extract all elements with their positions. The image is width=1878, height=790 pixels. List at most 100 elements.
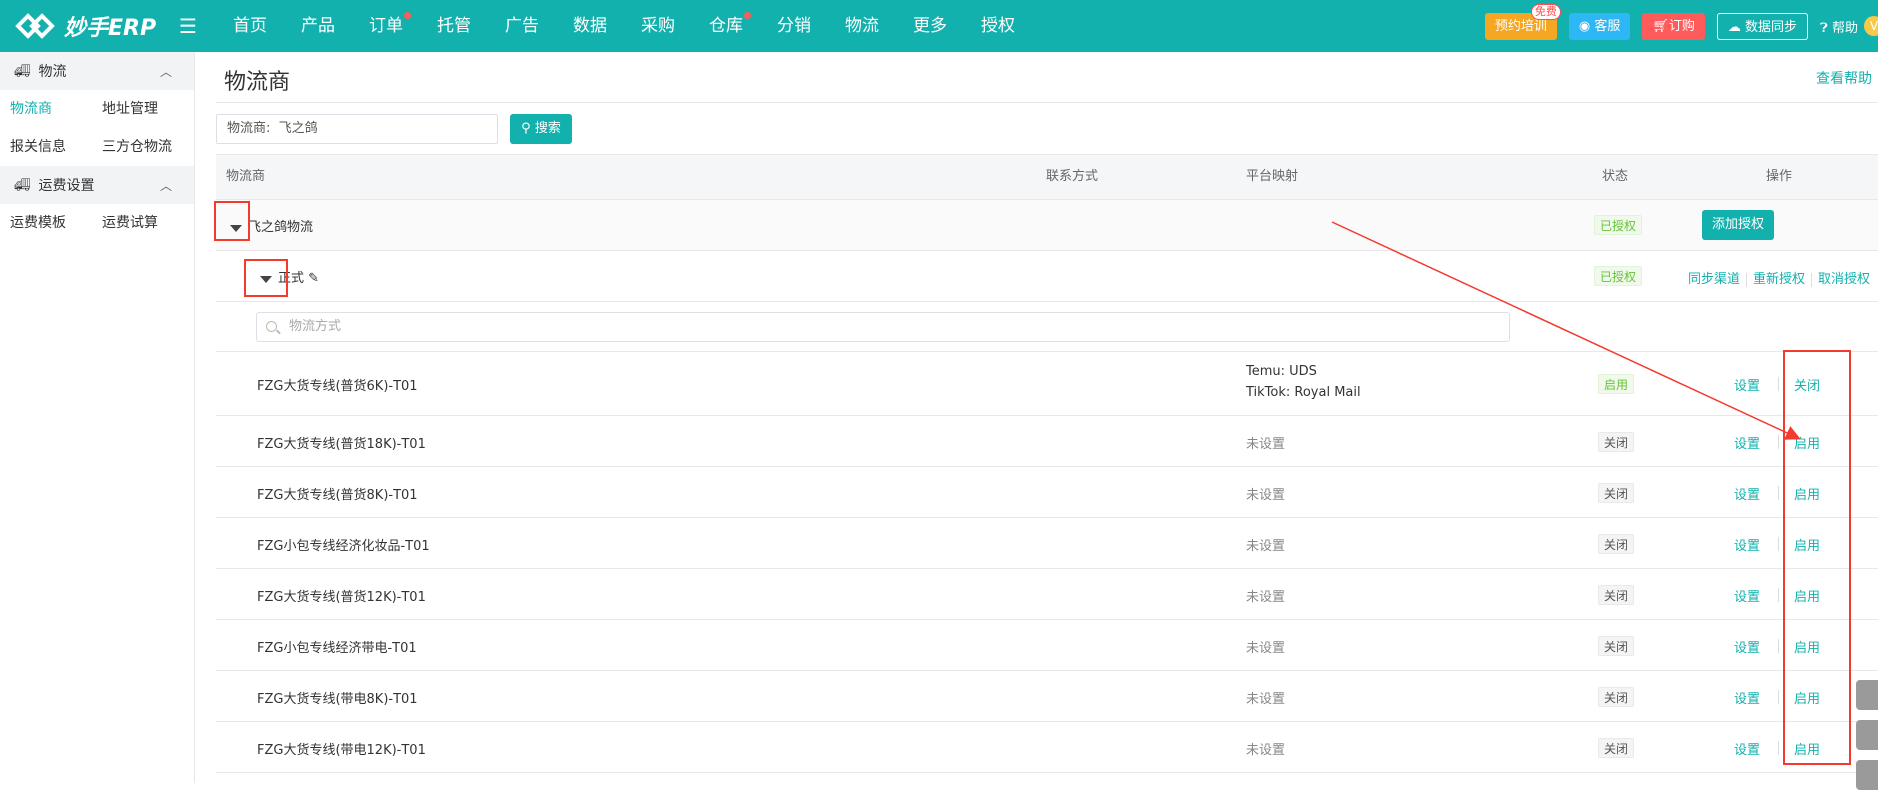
divider (1778, 588, 1779, 602)
nav-item[interactable]: 分销 (760, 0, 828, 52)
status-badge: 启用 (1598, 374, 1635, 394)
settings-link[interactable]: 设置 (1734, 433, 1760, 452)
help-button[interactable]: ❓︎ 帮助 (1820, 17, 1858, 36)
nav-item[interactable]: 授权 (964, 0, 1032, 52)
col-action: 操作 (1766, 169, 1793, 184)
shipping-mode-name: FZG小包专线经济化妆品-T01 (257, 539, 430, 554)
divider (1778, 690, 1779, 704)
shipping-mode-name: FZG小包专线经济带电-T01 (257, 641, 417, 656)
sidebar-group-logistics[interactable]: 🚚︎ 物流 ︿ (0, 52, 194, 90)
nav-item-label: 首页 (233, 16, 267, 36)
training-label: 预约培训 (1494, 18, 1547, 34)
customer-service-button[interactable]: ◉ 客服 (1568, 12, 1631, 40)
table-row: FZG大货专线(普货6K)-T01 Temu: UDS TikTok: Royal … (216, 352, 1878, 416)
annotation-box (244, 259, 288, 297)
menu-toggle-icon[interactable]: ☰ (170, 14, 206, 38)
nav-item-label: 广告 (505, 16, 539, 36)
float-tool-button[interactable] (1856, 680, 1878, 710)
training-button[interactable]: 预约培训 免费 (1484, 3, 1561, 40)
status-badge: 关闭 (1598, 534, 1635, 554)
float-tool-button[interactable] (1856, 720, 1878, 750)
platform-mapping: 未设置 (1246, 692, 1286, 707)
shipping-mode-name: FZG大货专线(普货8K)-T01 (257, 488, 418, 503)
nav-item[interactable]: 广告 (488, 0, 556, 52)
logo-icon (15, 13, 55, 39)
annotation-box (1783, 350, 1851, 765)
sidebar-item-customs[interactable]: 报关信息 (0, 128, 92, 166)
vip-badge[interactable]: V (1864, 16, 1878, 36)
add-auth-button[interactable]: 添加授权 (1702, 210, 1775, 240)
search-icon: ⚲ (521, 121, 535, 136)
nav-item[interactable]: 数据 (556, 0, 624, 52)
search-button[interactable]: ⚲ 搜索 (510, 114, 572, 144)
nav-item[interactable]: 订单 (352, 0, 420, 52)
divider (1778, 486, 1779, 500)
carrier-row: 飞之鸽物流 已授权 添加授权 (216, 200, 1878, 251)
truck-icon: 🚚︎ (14, 177, 31, 193)
sidebar-item-freight-calc[interactable]: 运费试算 (92, 204, 184, 242)
settings-link[interactable]: 设置 (1734, 688, 1760, 707)
edit-pencil-icon[interactable]: ✎ (308, 271, 319, 286)
platform-mapping: 未设置 (1246, 641, 1286, 656)
carrier-status-badge: 已授权 (1594, 215, 1643, 235)
brand-logo[interactable]: 妙手ERP (0, 10, 170, 42)
annotation-box (214, 201, 250, 241)
nav-item[interactable]: 更多 (896, 0, 964, 52)
nav-item-label: 产品 (301, 16, 335, 36)
col-carrier: 物流商 (226, 169, 266, 184)
status-badge: 关闭 (1598, 738, 1635, 758)
nav-item[interactable]: 采购 (624, 0, 692, 52)
nav-item-label: 采购 (641, 16, 675, 36)
divider (1778, 435, 1779, 449)
view-help-link[interactable]: 查看帮助 (1816, 68, 1872, 88)
platform-mapping: 未设置 (1246, 590, 1286, 605)
sidebar-item-3pl[interactable]: 三方仓物流 (92, 128, 184, 166)
nav-item-label: 订单 (369, 16, 403, 36)
divider (1778, 741, 1779, 755)
settings-link[interactable]: 设置 (1734, 484, 1760, 503)
sync-channels-link[interactable]: 同步渠道 (1688, 272, 1740, 287)
account-row: 正式 ✎ 已授权 同步渠道 重新授权 取消授权 (216, 251, 1878, 302)
cancel-auth-link[interactable]: 取消授权 (1818, 272, 1870, 287)
free-badge: 免费 (1530, 3, 1561, 20)
settings-link[interactable]: 设置 (1734, 637, 1760, 656)
carrier-table: 物流商 联系方式 平台映射 状态 操作 飞之鸽物流 已授权 添加授权 正式 ✎ … (216, 154, 1878, 773)
shipping-mode-search-input[interactable]: 物流方式 (256, 312, 1510, 342)
order-label: 订购 (1668, 18, 1695, 34)
page-title: 物流商 (224, 70, 291, 95)
status-badge: 关闭 (1598, 585, 1635, 605)
shipping-mode-name: FZG大货专线(带电12K)-T01 (257, 743, 426, 758)
float-tool-button[interactable] (1856, 760, 1878, 790)
truck-icon: 🚚︎ (14, 63, 31, 79)
top-navbar: 妙手ERP ☰ 首页 产品 订单 托管 广告 数据 采购 仓库 分销 物流 更多 授权 预约培训 免费… (0, 0, 1878, 52)
platform-mapping: 未设置 (1246, 437, 1286, 452)
account-actions: 同步渠道 重新授权 取消授权 (1688, 268, 1870, 287)
order-button[interactable]: 🛒︎订购 (1642, 12, 1705, 40)
sidebar-item-freight-template[interactable]: 运费模板 (0, 204, 92, 242)
settings-link[interactable]: 设置 (1734, 535, 1760, 554)
reauthorize-link[interactable]: 重新授权 (1753, 272, 1805, 287)
nav-item[interactable]: 产品 (284, 0, 352, 52)
nav-item-label: 物流 (845, 16, 879, 36)
nav-item[interactable]: 托管 (420, 0, 488, 52)
nav-item[interactable]: 仓库 (692, 0, 760, 52)
nav-item[interactable]: 物流 (828, 0, 896, 52)
nav-item-label: 仓库 (709, 16, 743, 36)
settings-link[interactable]: 设置 (1734, 586, 1760, 605)
settings-link[interactable]: 设置 (1734, 739, 1760, 758)
shipping-mode-name: FZG大货专线(普货18K)-T01 (257, 437, 426, 452)
sidebar-item-address[interactable]: 地址管理 (92, 90, 184, 128)
status-badge: 关闭 (1598, 687, 1635, 707)
filter-value: 飞之鸽 (278, 121, 318, 136)
nav-item-label: 分销 (777, 16, 811, 36)
sidebar-group-freight[interactable]: 🚚︎ 运费设置 ︿ (0, 166, 194, 204)
carrier-filter-input[interactable]: 物流商: 飞之鸽 (216, 114, 498, 144)
sidebar-item-carriers[interactable]: 物流商 (0, 90, 92, 128)
table-row: FZG大货专线(带电8K)-T01 未设置 关闭 设置 启用 (216, 671, 1878, 722)
settings-link[interactable]: 设置 (1734, 375, 1760, 394)
nav-item[interactable]: 首页 (216, 0, 284, 52)
cart-icon: 🛒︎ (1652, 18, 1669, 34)
table-row: FZG大货专线(普货18K)-T01 未设置 关闭 设置 启用 (216, 416, 1878, 467)
search-icon (266, 321, 277, 332)
data-sync-button[interactable]: ☁ 数据同步 (1716, 12, 1809, 40)
